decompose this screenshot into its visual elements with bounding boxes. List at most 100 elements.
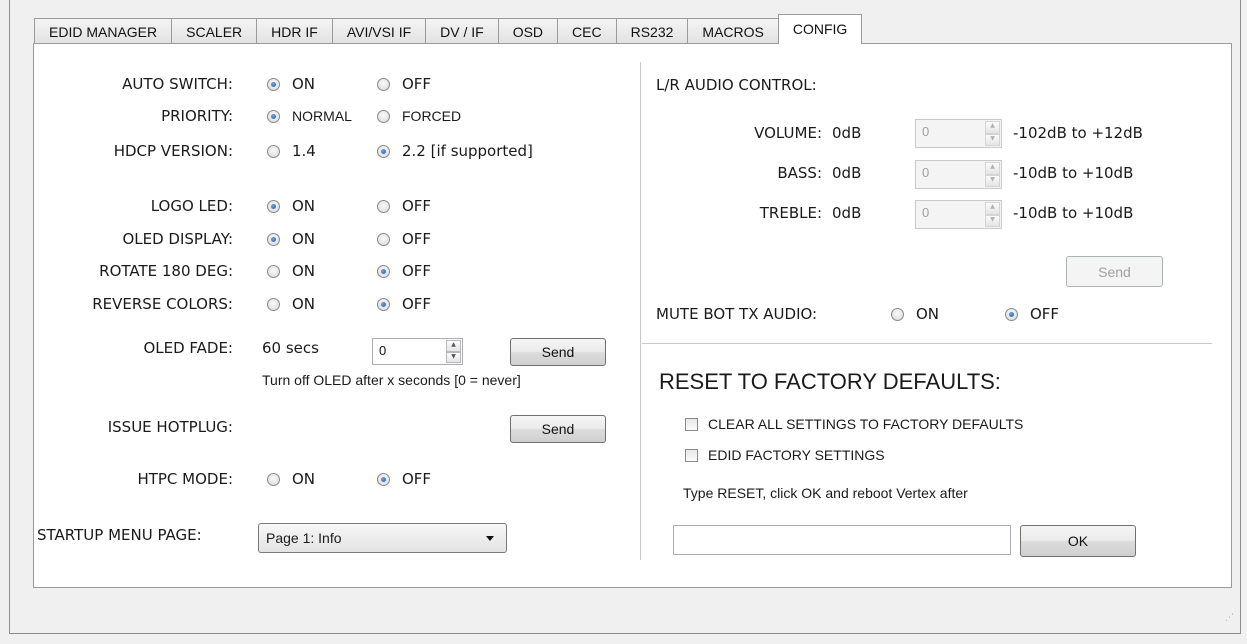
tab-config[interactable]: CONFIG bbox=[777, 14, 863, 44]
spin-down-icon[interactable]: ▼ bbox=[985, 214, 1000, 227]
hdcp-version-label: HDCP VERSION: bbox=[113, 142, 233, 160]
tab-avi-vsi-if[interactable]: AVI/VSI IF bbox=[331, 18, 427, 44]
column-divider bbox=[640, 62, 641, 560]
treble-range: -10dB to +10dB bbox=[1013, 204, 1134, 222]
radio-icon bbox=[267, 472, 280, 486]
spin-up-icon[interactable]: ▲ bbox=[985, 121, 1000, 134]
logo-led-on-radio[interactable]: ON bbox=[267, 197, 315, 215]
reset-hint: Type RESET, click OK and reboot Vertex a… bbox=[683, 485, 968, 501]
oled-fade-send-button[interactable]: Send bbox=[510, 338, 606, 366]
logo-led-off-radio[interactable]: OFF bbox=[377, 197, 431, 215]
radio-icon bbox=[377, 199, 390, 213]
tab-cec[interactable]: CEC bbox=[557, 18, 617, 44]
spin-down-icon[interactable]: ▼ bbox=[985, 133, 1000, 146]
radio-icon bbox=[267, 297, 280, 311]
reverse-colors-on-radio[interactable]: ON bbox=[267, 295, 315, 313]
rotate-180-label: ROTATE 180 DEG: bbox=[99, 262, 233, 280]
ok-button[interactable]: OK bbox=[1020, 525, 1136, 557]
radio-icon bbox=[377, 144, 390, 158]
priority-normal-radio[interactable]: NORMAL bbox=[267, 107, 352, 125]
bass-label: BASS: bbox=[777, 164, 822, 182]
mute-bot-on-radio[interactable]: ON bbox=[891, 305, 939, 323]
checkbox-icon bbox=[685, 417, 698, 431]
issue-hotplug-send-button[interactable]: Send bbox=[510, 415, 606, 443]
volume-label: VOLUME: bbox=[754, 124, 822, 142]
oled-fade-hint: Turn off OLED after x seconds [0 = never… bbox=[262, 372, 521, 388]
priority-forced-radio[interactable]: FORCED bbox=[377, 107, 461, 125]
tab-bar: EDID MANAGER SCALER HDR IF AVI/VSI IF DV… bbox=[34, 14, 863, 44]
treble-current: 0dB bbox=[832, 204, 862, 222]
auto-switch-off-radio[interactable]: OFF bbox=[377, 75, 431, 93]
rotate-180-on-radio[interactable]: ON bbox=[267, 262, 315, 280]
audio-control-title: L/R AUDIO CONTROL: bbox=[656, 76, 817, 94]
priority-label: PRIORITY: bbox=[161, 107, 233, 125]
htpc-mode-label: HTPC MODE: bbox=[137, 470, 233, 488]
radio-icon bbox=[377, 264, 390, 278]
oled-display-on-radio[interactable]: ON bbox=[267, 230, 315, 248]
audio-send-button[interactable]: Send bbox=[1066, 256, 1163, 287]
oled-display-off-radio[interactable]: OFF bbox=[377, 230, 431, 248]
hdcp-14-radio[interactable]: 1.4 bbox=[267, 142, 316, 160]
bass-input[interactable]: 0 ▲ ▼ bbox=[915, 160, 1002, 189]
section-divider bbox=[642, 343, 1212, 344]
volume-range: -102dB to +12dB bbox=[1013, 124, 1143, 142]
radio-icon bbox=[267, 232, 280, 246]
radio-icon bbox=[377, 472, 390, 486]
radio-icon bbox=[891, 307, 904, 321]
spin-up-icon[interactable]: ▲ bbox=[985, 202, 1000, 215]
reset-title: RESET TO FACTORY DEFAULTS: bbox=[659, 369, 1001, 394]
hdcp-22-radio[interactable]: 2.2 [if supported] bbox=[377, 142, 533, 160]
volume-current: 0dB bbox=[832, 124, 862, 142]
radio-icon bbox=[267, 77, 280, 91]
window-frame-right bbox=[1240, 0, 1241, 634]
radio-icon bbox=[267, 264, 280, 278]
radio-icon bbox=[267, 109, 280, 123]
oled-display-label: OLED DISPLAY: bbox=[122, 230, 233, 248]
reset-input[interactable] bbox=[673, 525, 1011, 555]
spin-down-icon[interactable]: ▼ bbox=[985, 174, 1000, 187]
radio-icon bbox=[267, 144, 280, 158]
tab-macros[interactable]: MACROS bbox=[687, 18, 779, 44]
mute-bot-label: MUTE BOT TX AUDIO: bbox=[656, 305, 818, 323]
tab-dv-if[interactable]: DV / IF bbox=[425, 18, 499, 44]
tab-hdr-if[interactable]: HDR IF bbox=[256, 18, 333, 44]
tab-osd[interactable]: OSD bbox=[497, 18, 559, 44]
tab-rs232[interactable]: RS232 bbox=[615, 18, 689, 44]
radio-icon bbox=[1005, 307, 1018, 321]
reverse-colors-label: REVERSE COLORS: bbox=[92, 295, 233, 313]
htpc-mode-on-radio[interactable]: ON bbox=[267, 470, 315, 488]
spin-down-icon[interactable]: ▼ bbox=[446, 351, 461, 363]
auto-switch-on-radio[interactable]: ON bbox=[267, 75, 315, 93]
issue-hotplug-label: ISSUE HOTPLUG: bbox=[107, 418, 233, 436]
startup-menu-page-select[interactable]: Page 1: Info bbox=[258, 523, 507, 553]
checkbox-icon bbox=[685, 448, 698, 462]
treble-label: TREBLE: bbox=[759, 204, 822, 222]
rotate-180-off-radio[interactable]: OFF bbox=[377, 262, 431, 280]
chevron-down-icon bbox=[486, 536, 494, 541]
volume-input[interactable]: 0 ▲ ▼ bbox=[915, 119, 1002, 148]
startup-menu-page-label: STARTUP MENU PAGE: bbox=[37, 526, 202, 544]
logo-led-label: LOGO LED: bbox=[150, 197, 233, 215]
htpc-mode-off-radio[interactable]: OFF bbox=[377, 470, 431, 488]
spin-up-icon[interactable]: ▲ bbox=[446, 340, 461, 352]
radio-icon bbox=[377, 109, 390, 123]
tab-scaler[interactable]: SCALER bbox=[171, 18, 258, 44]
window-frame-left bbox=[9, 0, 10, 634]
edid-factory-checkbox[interactable]: EDID FACTORY SETTINGS bbox=[685, 446, 885, 464]
radio-icon bbox=[377, 77, 390, 91]
radio-icon bbox=[377, 232, 390, 246]
resize-grip-icon[interactable]: ⋰ bbox=[1225, 614, 1237, 630]
radio-icon bbox=[267, 199, 280, 213]
oled-fade-current: 60 secs bbox=[262, 339, 319, 357]
clear-all-checkbox[interactable]: CLEAR ALL SETTINGS TO FACTORY DEFAULTS bbox=[685, 415, 1023, 433]
treble-input[interactable]: 0 ▲ ▼ bbox=[915, 200, 1002, 229]
reverse-colors-off-radio[interactable]: OFF bbox=[377, 295, 431, 313]
tab-edid-manager[interactable]: EDID MANAGER bbox=[34, 18, 173, 44]
spin-up-icon[interactable]: ▲ bbox=[985, 162, 1000, 175]
bass-range: -10dB to +10dB bbox=[1013, 164, 1134, 182]
oled-fade-input[interactable]: 0 ▲ ▼ bbox=[372, 338, 463, 365]
oled-fade-label: OLED FADE: bbox=[143, 339, 233, 357]
window-frame-bottom bbox=[9, 633, 1241, 634]
radio-icon bbox=[377, 297, 390, 311]
mute-bot-off-radio[interactable]: OFF bbox=[1005, 305, 1059, 323]
